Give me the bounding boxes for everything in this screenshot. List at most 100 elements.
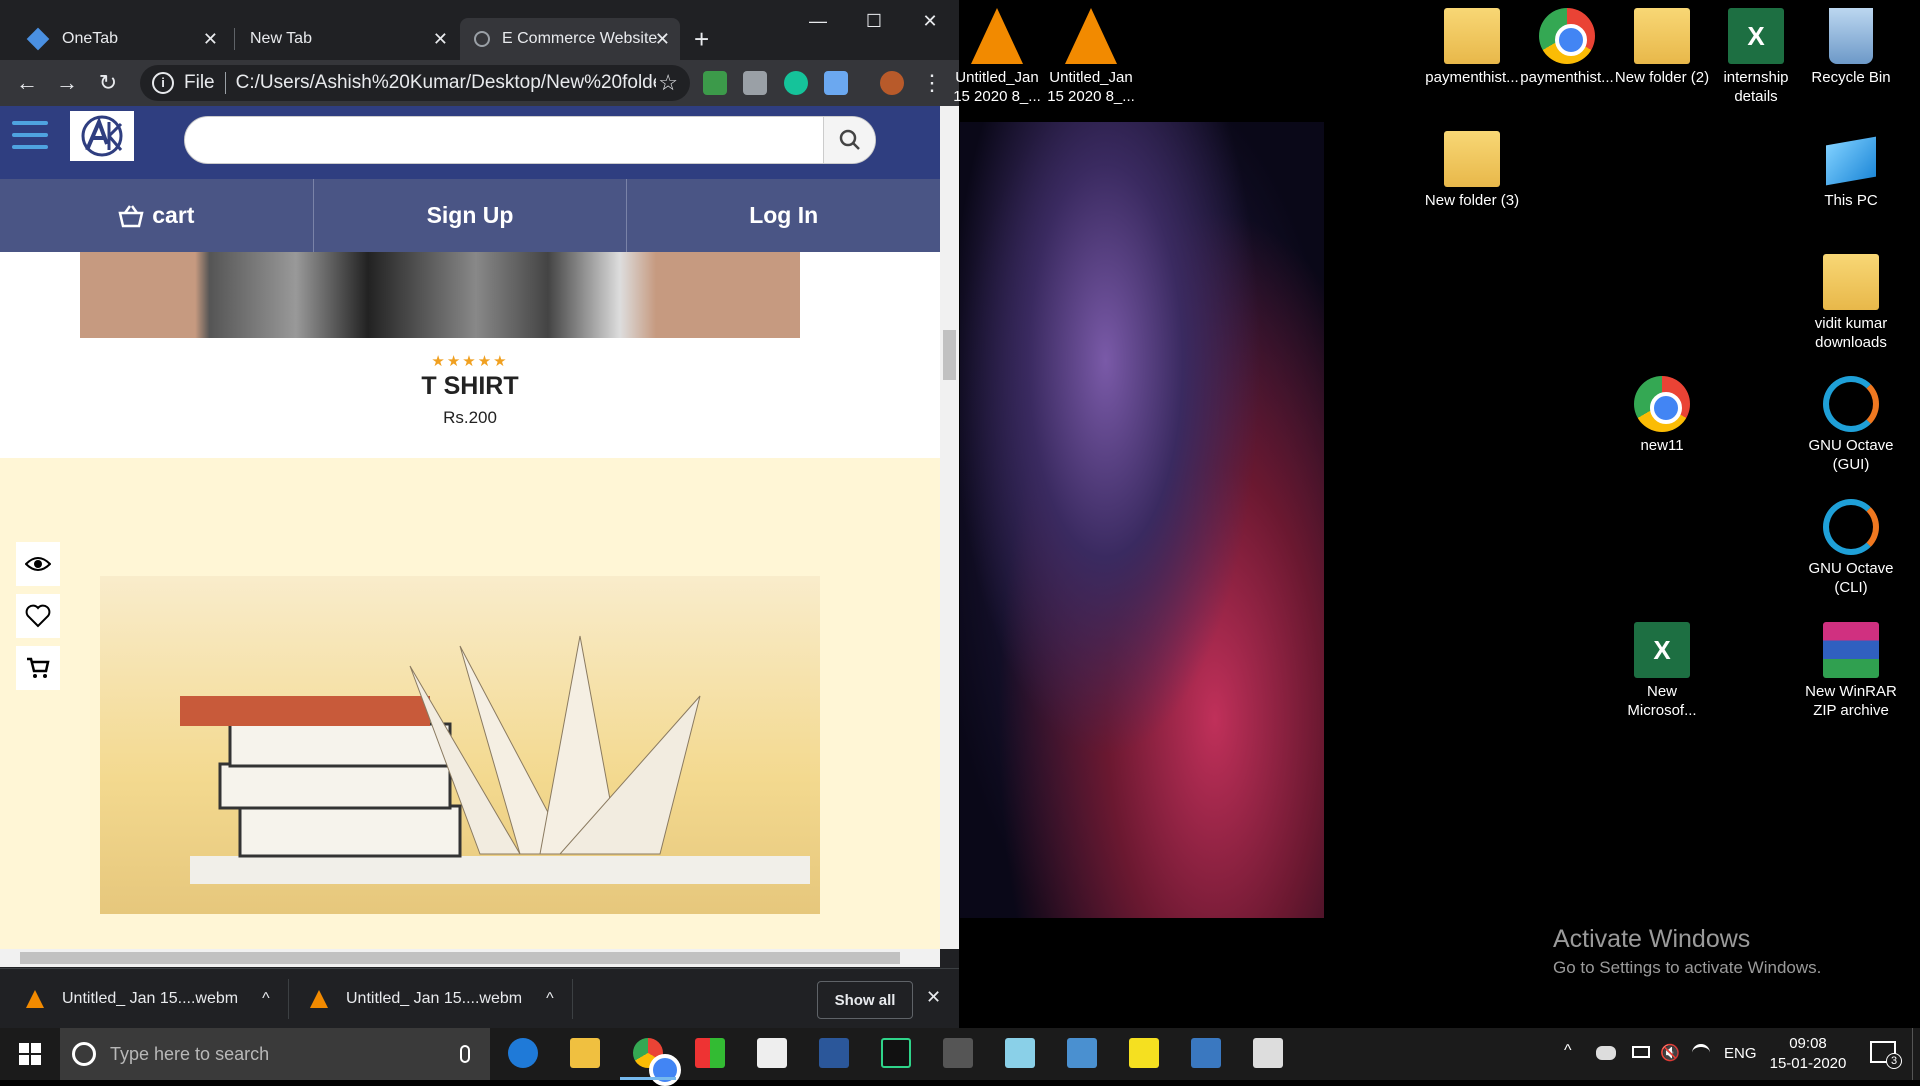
scrollbar-thumb[interactable]: [943, 330, 956, 380]
taskbar-search-box[interactable]: Type here to search: [60, 1028, 490, 1080]
store-tiles-icon[interactable]: [695, 1038, 725, 1068]
profile-avatar[interactable]: [880, 71, 904, 95]
app-icon[interactable]: [1005, 1038, 1035, 1068]
close-window-button[interactable]: ✕: [907, 6, 953, 36]
page-viewport[interactable]: cart Sign Up Log In ★★★★★ T SHIRT Rs.200: [0, 106, 940, 949]
wishlist-button[interactable]: [16, 594, 60, 638]
scrollbar-thumb[interactable]: [20, 952, 900, 964]
minimize-button[interactable]: —: [795, 6, 841, 36]
quick-view-button[interactable]: [16, 542, 60, 586]
file-explorer-icon[interactable]: [570, 1038, 600, 1068]
new-tab-button[interactable]: +: [694, 18, 724, 60]
basket-icon: [118, 204, 144, 227]
cart-nav-button[interactable]: cart: [0, 179, 314, 252]
desktop-icon-paymenthist-folder[interactable]: paymenthist...: [1424, 8, 1520, 87]
tab-onetab[interactable]: OneTab ✕: [8, 18, 228, 60]
tab-close-icon[interactable]: ✕: [655, 29, 670, 50]
grammarly-extension-icon[interactable]: [784, 71, 808, 95]
desktop-icon-octave-gui[interactable]: GNU Octave (GUI): [1803, 376, 1899, 474]
product-card-tshirt[interactable]: ★★★★★ T SHIRT Rs.200: [0, 252, 940, 458]
desktop-icon-label: GNU Octave (GUI): [1808, 437, 1894, 473]
desktop-icon-recycle-bin[interactable]: Recycle Bin: [1803, 8, 1899, 87]
vertical-scrollbar[interactable]: [940, 106, 959, 949]
site-logo[interactable]: [70, 111, 134, 161]
remote-desktop-icon[interactable]: [1067, 1038, 1097, 1068]
login-nav-button[interactable]: Log In: [627, 179, 940, 252]
shield-extension-icon[interactable]: [703, 71, 727, 95]
add-to-cart-button[interactable]: [16, 646, 60, 690]
horizontal-scrollbar[interactable]: [0, 949, 940, 967]
desktop-icon-label: New Microsof...: [1627, 683, 1697, 719]
language-indicator[interactable]: ENG: [1724, 1045, 1757, 1062]
onetab-favicon-icon: [26, 27, 50, 51]
download-options-icon[interactable]: ^: [262, 990, 270, 1008]
mail-icon[interactable]: [757, 1038, 787, 1068]
camera-extension-icon[interactable]: [743, 71, 767, 95]
desktop-icon-label: New WinRAR ZIP archive: [1805, 683, 1897, 719]
download-item[interactable]: Untitled_ Jan 15....webm ^: [26, 969, 276, 1029]
browser-menu-button[interactable]: ⋮: [915, 66, 949, 100]
wifi-icon[interactable]: [1692, 1044, 1710, 1062]
hamburger-menu-icon[interactable]: [12, 121, 48, 151]
show-all-downloads-button[interactable]: Show all: [817, 981, 913, 1019]
tray-chevron-icon[interactable]: ^: [1564, 1042, 1572, 1060]
maximize-button[interactable]: ☐: [851, 6, 897, 36]
site-info-icon[interactable]: i: [152, 72, 174, 94]
desktop-icon-vlc-2[interactable]: Untitled_Jan 15 2020 8_...: [1043, 8, 1139, 106]
desktop-icon-new-excel[interactable]: X New Microsof...: [1614, 622, 1710, 720]
site-search-input[interactable]: [184, 116, 876, 164]
desktop-icon-winrar[interactable]: New WinRAR ZIP archive: [1803, 622, 1899, 720]
clock-time: 09:08: [1789, 1035, 1827, 1052]
volume-muted-icon[interactable]: 🔇: [1660, 1043, 1680, 1063]
close-download-bar-icon[interactable]: ✕: [926, 987, 941, 1008]
signup-nav-button[interactable]: Sign Up: [314, 179, 628, 252]
chrome-taskbar-icon[interactable]: [633, 1038, 681, 1086]
tab-new-tab[interactable]: New Tab ✕: [238, 18, 458, 60]
download-divider: [572, 979, 573, 1019]
forward-button[interactable]: →: [50, 66, 84, 100]
battery-icon[interactable]: [1632, 1046, 1650, 1058]
onetab-extension-icon[interactable]: [824, 71, 848, 95]
desktop-icon-vlc-1[interactable]: Untitled_Jan 15 2020 8_...: [949, 8, 1045, 106]
desktop-icon-paymenthist-chrome[interactable]: paymenthist...: [1519, 8, 1615, 87]
books-image[interactable]: [100, 576, 820, 914]
onedrive-icon[interactable]: [1596, 1046, 1616, 1060]
desktop-icon-internship-details[interactable]: X internship details: [1708, 8, 1804, 106]
tshirt-image[interactable]: [80, 252, 800, 338]
shopping-bag-icon[interactable]: [943, 1038, 973, 1068]
sticky-notes-icon[interactable]: [1129, 1038, 1159, 1068]
word-icon[interactable]: [819, 1038, 849, 1068]
download-item[interactable]: Untitled_ Jan 15....webm ^: [310, 969, 560, 1029]
desktop-icon-this-pc[interactable]: This PC: [1803, 131, 1899, 210]
bookmark-star-icon[interactable]: ☆: [658, 70, 678, 96]
desktop-icon-octave-cli[interactable]: GNU Octave (CLI): [1803, 499, 1899, 597]
desktop-icon-new11[interactable]: new11: [1614, 376, 1710, 455]
python-icon[interactable]: [1191, 1038, 1221, 1068]
tab-close-icon[interactable]: ✕: [203, 29, 218, 50]
tab-close-icon[interactable]: ✕: [433, 29, 448, 50]
desktop-icon-new-folder-2[interactable]: New folder (2): [1614, 8, 1710, 87]
calculator-icon[interactable]: [1253, 1038, 1283, 1068]
download-options-icon[interactable]: ^: [546, 990, 554, 1008]
microphone-icon[interactable]: [460, 1045, 470, 1063]
product-card-books[interactable]: [0, 458, 940, 949]
download-bar: Untitled_ Jan 15....webm ^ Untitled_ Jan…: [0, 968, 959, 1028]
pycharm-icon[interactable]: [881, 1038, 911, 1068]
edge-icon[interactable]: [508, 1038, 538, 1068]
url-text[interactable]: C:/Users/Ashish%20Kumar/Desktop/New%20fo…: [236, 72, 656, 94]
eye-icon: [25, 557, 51, 571]
product-name[interactable]: T SHIRT: [0, 372, 940, 401]
folder-icon: [1444, 8, 1500, 64]
clock[interactable]: 09:08 15-01-2020: [1768, 1034, 1848, 1074]
desktop-icon-vidit-downloads[interactable]: vidit kumar downloads: [1803, 254, 1899, 352]
tab-ecommerce[interactable]: E Commerce Website ✕: [460, 18, 680, 60]
show-desktop-button[interactable]: [1912, 1028, 1920, 1080]
reload-button[interactable]: ↻: [91, 66, 125, 100]
search-button[interactable]: [823, 117, 875, 163]
desktop-icon-new-folder-3[interactable]: New folder (3): [1424, 131, 1520, 210]
octave-icon: [1823, 499, 1879, 555]
notification-center-icon[interactable]: 3: [1870, 1041, 1902, 1069]
start-button[interactable]: [0, 1028, 60, 1080]
back-button[interactable]: ←: [10, 66, 44, 100]
address-bar[interactable]: i File C:/Users/Ashish%20Kumar/Desktop/N…: [140, 65, 690, 101]
